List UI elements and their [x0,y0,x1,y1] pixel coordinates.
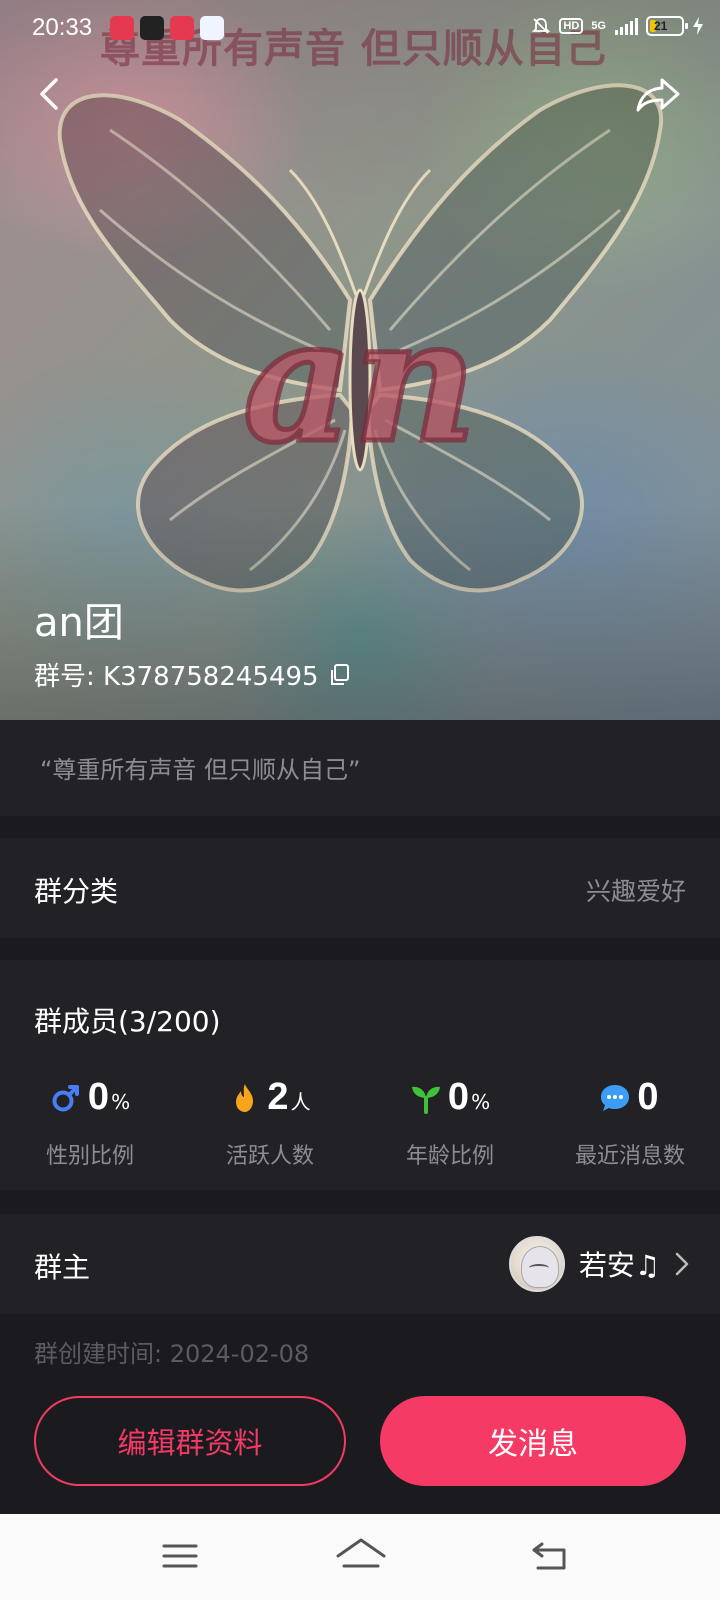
owner-name: 若安♫ [578,1249,660,1282]
owner-avatar[interactable] [508,1236,565,1292]
charging-bolt-icon [693,17,703,35]
send-message-button[interactable]: 发消息 [380,1396,686,1486]
stat-label: 年龄比例 [405,1144,494,1169]
hd-badge: HD [559,18,584,34]
app-notification-icon [170,16,194,40]
owner-label: 群主 [34,1251,91,1284]
stat-label: 活跃人数 [225,1144,314,1169]
chevron-right-icon [675,1252,689,1276]
status-indicators: HD 5G 21 [531,16,704,36]
members-title: 群成员(3/200) [34,1005,221,1038]
category-label: 群分类 [34,875,119,908]
stat-gender-ratio: 0 % 性别比例 [0,1076,180,1176]
app-notification-icon [200,16,224,40]
stat-value: 0 [637,1076,659,1118]
stat-label: 性别比例 [45,1144,134,1169]
network-label: 5G [591,20,606,32]
stat-value: 2 [267,1076,289,1118]
system-navigation-bar [0,1514,720,1600]
app-notification-icon [140,16,164,40]
copy-icon[interactable] [329,663,351,687]
stat-age-ratio: 0 % 年龄比例 [360,1076,540,1176]
group-owner-row[interactable]: 群主 若安♫ [0,1214,720,1314]
share-icon[interactable] [634,74,682,114]
app-notification-icon [110,16,134,40]
battery-level: 21 [654,19,668,33]
flame-icon [236,1083,254,1112]
edit-group-button[interactable]: 编辑群资料 [34,1396,346,1486]
group-created-date: 群创建时间: 2024-02-08 [34,1340,310,1368]
status-bar: 20:33 HD 5G 21 [0,0,720,60]
status-time: 20:33 [32,14,93,41]
stat-value: 0 [447,1076,470,1118]
back-nav-icon[interactable] [528,1536,572,1576]
group-members-card[interactable]: 群成员(3/200) 0 % 性别比例 2 人 活跃人数 0 % 年龄比例 0 … [0,960,720,1190]
stat-unit: % [111,1090,131,1114]
announcement-text: “尊重所有声音 但只顺从自己” [40,756,361,784]
stat-value: 0 [87,1076,110,1118]
group-category-row: 群分类 兴趣爱好 [0,838,720,938]
group-announcement: “尊重所有声音 但只顺从自己” [0,720,720,816]
battery-icon: 21 [646,16,688,36]
chat-bubble-icon [601,1084,630,1111]
male-icon [52,1084,79,1111]
group-cover-image: an 尊重所有声音 但只顺从自己 20:33 HD 5G [0,0,720,720]
group-id: 群号: K378758245495 [34,662,319,692]
status-app-icons [110,16,224,40]
action-bar: 编辑群资料 发消息 [0,1394,720,1490]
home-icon[interactable] [334,1536,388,1576]
sprout-icon [411,1086,440,1114]
stat-label: 最近消息数 [574,1144,685,1169]
group-name: an团 [34,600,124,646]
group-id-row: 群号: K378758245495 [34,656,351,693]
stat-unit: 人 [290,1090,311,1114]
mute-bell-icon [532,18,551,34]
member-stats: 0 % 性别比例 2 人 活跃人数 0 % 年龄比例 0 最近消息数 [0,1076,720,1176]
stat-recent-messages: 0 最近消息数 [540,1076,720,1176]
stat-active-members: 2 人 活跃人数 [180,1076,360,1176]
stat-unit: % [471,1090,491,1114]
signal-icon [615,18,638,35]
category-value: 兴趣爱好 [585,877,686,906]
menu-icon[interactable] [158,1536,202,1576]
back-icon[interactable] [34,74,64,114]
